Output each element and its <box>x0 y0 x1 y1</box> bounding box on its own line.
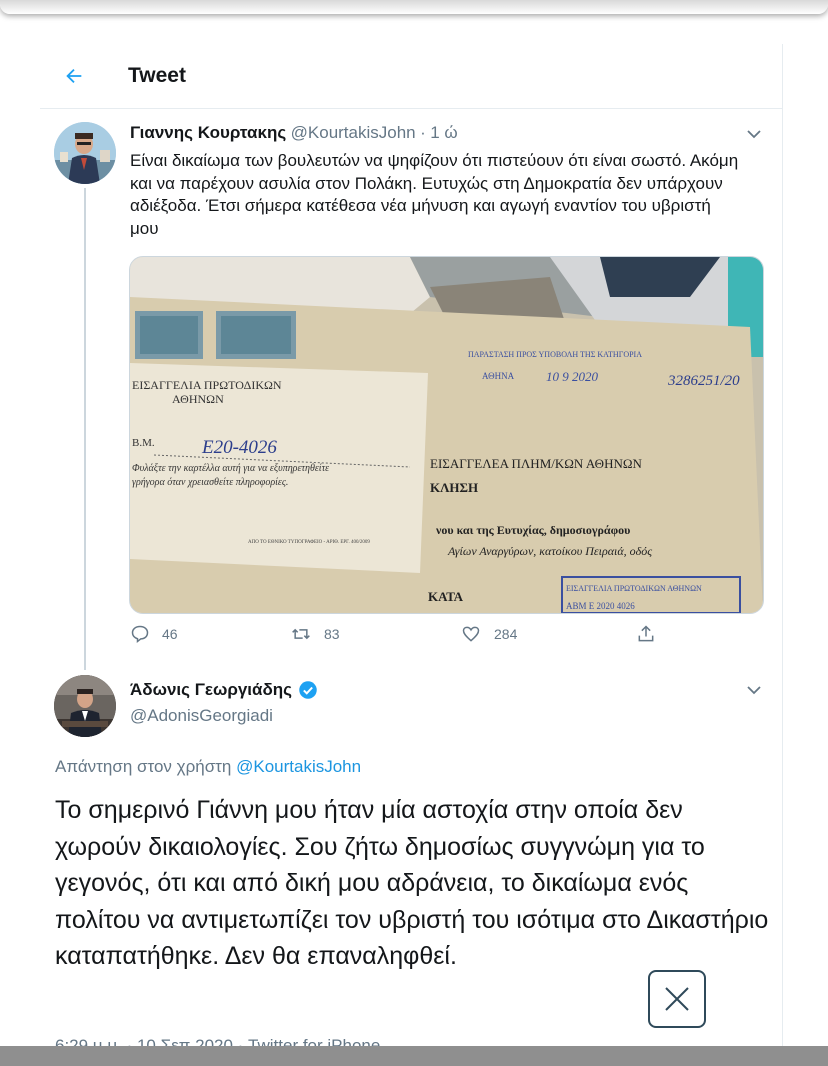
tweet-text: Είναι δικαίωμα των βουλευτών να ψηφίζουν… <box>130 151 739 238</box>
card-note-2: γρήγορα όταν χρειασθείτε πληροφορίες. <box>132 477 288 488</box>
like-button[interactable]: 284 <box>460 624 517 644</box>
like-count: 284 <box>494 626 518 642</box>
reply-icon <box>131 625 149 644</box>
replying-to: Απάντηση στον χρήστη @KourtakisJohn <box>55 757 361 777</box>
avatar[interactable] <box>54 122 116 184</box>
doc-line-4: Αγίων Αναργύρων, κατοίκου Πειραιά, οδός <box>447 544 652 558</box>
tweet-header: Γιαννης Κουρτακης @KourtakisJohn · 1 ώ <box>130 123 458 143</box>
author-handle[interactable]: @AdonisGeorgiadi <box>130 706 273 726</box>
separator-dot: · <box>420 123 426 142</box>
stamp-city: ΑΘΗΝΑ <box>482 371 515 381</box>
doc-line-1: ΕΙΣΑΓΓΕΛΕΑ ΠΛΗΜ/ΚΩΝ ΑΘΗΝΩΝ <box>430 456 643 471</box>
reply-handle-link[interactable]: @KourtakisJohn <box>236 757 361 776</box>
page-title: Tweet <box>128 64 186 87</box>
thread-line <box>84 188 86 670</box>
tweet-header: Άδωνις Γεωργιάδης <box>130 680 318 700</box>
author-name[interactable]: Άδωνις Γεωργιάδης <box>130 680 292 700</box>
retweet-button[interactable]: 83 <box>290 624 340 644</box>
tweet-text: Το σημερινό Γιάννη μου ήταν μία αστοχία … <box>55 796 769 970</box>
retweet-count: 83 <box>324 626 340 642</box>
reply-prefix: Απάντηση στον χρήστη <box>55 757 232 776</box>
bottom-overlay-bar <box>0 1046 828 1066</box>
share-icon <box>638 625 654 642</box>
verified-badge-icon <box>299 681 317 699</box>
doc-line-2: ΚΛΗΣΗ <box>430 480 478 495</box>
reply-button[interactable]: 46 <box>130 624 178 644</box>
like-icon <box>462 626 480 642</box>
tweet-time[interactable]: 1 ώ <box>430 123 457 142</box>
card-text-2: ΑΘΗΝΩΝ <box>172 392 224 406</box>
tweet-menu-button[interactable] <box>744 124 764 144</box>
author-handle[interactable]: @KourtakisJohn <box>291 123 416 142</box>
stamp-date: 10 9 2020 <box>546 369 599 384</box>
card-text-bm: Β.Μ. <box>132 437 155 449</box>
stamp-number: 3286251/20 <box>667 373 740 389</box>
page-header: Tweet <box>40 44 782 109</box>
reply-count: 46 <box>162 626 178 642</box>
tweet-media-photo[interactable]: ΕΙΣΑΓΓΕΛΙΑ ΠΡΩΤΟΔΙΚΩΝ ΑΘΗΝΩΝ Β.Μ. Ε20-40… <box>129 256 764 614</box>
card-handwritten: Ε20-4026 <box>201 437 277 458</box>
card-note-1: Φυλάξτε την καρτέλλα αυτή για να εξυπηρε… <box>132 463 329 474</box>
card-footer: ΑΠΟ ΤΟ ΕΘΝΙΚΟ ΤΥΠΟΓΡΑΦΕΙΟ - ΑΡΙΘ. ΕΡΓ. 4… <box>248 540 370 545</box>
tweet-actions: 46 83 284 <box>130 624 654 654</box>
stamp2-line-2: ΑΒΜ Ε 2020 4026 <box>566 601 635 611</box>
stamp2-line-1: ΕΙΣΑΓΓΕΛΙΑ ΠΡΩΤΟΔΙΚΩΝ ΑΘΗΝΩΝ <box>566 584 702 593</box>
share-button[interactable] <box>636 624 656 644</box>
chevron-down-icon <box>747 686 761 695</box>
doc-line-5: ΚΑΤΑ <box>428 589 464 604</box>
back-arrow-icon <box>66 68 82 84</box>
author-name[interactable]: Γιαννης Κουρτακης <box>130 123 286 142</box>
stamp-top: ΠΑΡΑΣΤΑΣΗ ΠΡΟΣ ΥΠΟΒΟΛΗ ΤΗΣ ΚΑΤΗΓΟΡΙΑ <box>468 350 642 359</box>
doc-line-3: νου και της Ευτυχίας, δημοσιογράφου <box>435 523 630 537</box>
close-icon <box>665 987 689 1011</box>
chevron-down-icon <box>747 130 761 139</box>
card-text-1: ΕΙΣΑΓΓΕΛΙΑ ΠΡΩΤΟΔΙΚΩΝ <box>132 378 282 392</box>
top-bar-shadow <box>0 0 828 14</box>
back-button[interactable] <box>56 58 92 94</box>
retweet-icon <box>292 628 310 640</box>
close-button[interactable] <box>648 970 706 1028</box>
avatar[interactable] <box>54 675 116 737</box>
tweet-menu-button[interactable] <box>744 680 764 700</box>
